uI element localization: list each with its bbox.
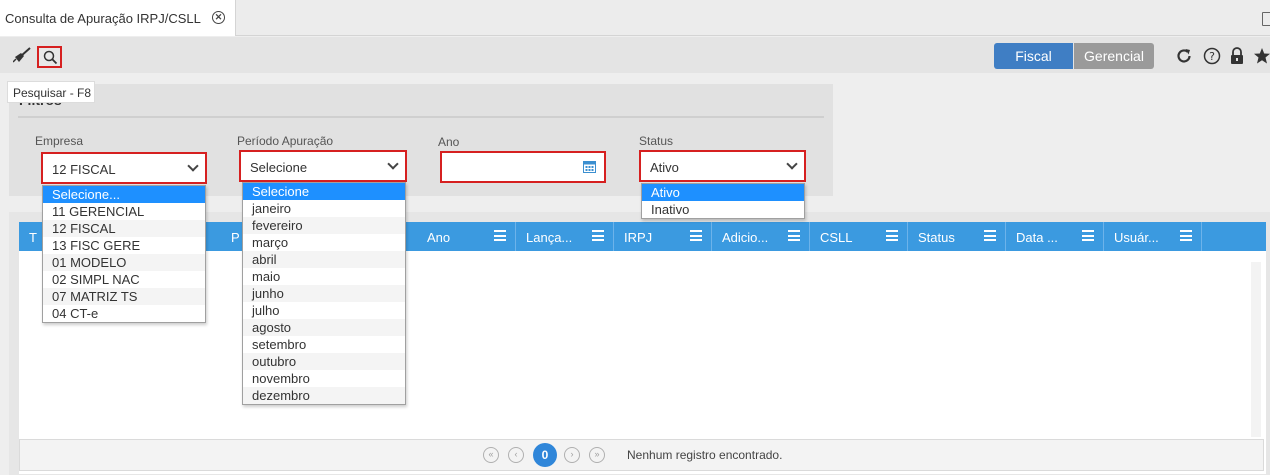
fiscal-toggle-button[interactable]: Fiscal (994, 43, 1073, 69)
grid-body (19, 222, 1266, 474)
empresa-select[interactable]: 12 FISCAL (41, 152, 207, 184)
option[interactable]: 04 CT-e (43, 305, 205, 322)
menu-icon (886, 230, 898, 241)
tab-bar: Consulta de Apuração IRPJ/CSLL ✕ (0, 0, 1270, 36)
search-tooltip: Pesquisar - F8 (7, 81, 95, 103)
option[interactable]: 13 FISC GERE (43, 237, 205, 254)
menu-icon (1082, 230, 1094, 241)
search-icon (43, 50, 58, 65)
close-tab-icon[interactable]: ✕ (212, 11, 225, 24)
option[interactable]: 11 GERENCIAL (43, 203, 205, 220)
option[interactable]: junho (243, 285, 405, 302)
periodo-select[interactable]: Selecione (239, 150, 407, 182)
grid-scrollbar[interactable] (1251, 262, 1261, 437)
tab-title: Consulta de Apuração IRPJ/CSLL (5, 11, 201, 26)
option[interactable]: fevereiro (243, 217, 405, 234)
toolbar: Fiscal Gerencial ? (0, 37, 1270, 73)
star-icon[interactable] (1253, 47, 1270, 65)
status-value: Ativo (650, 160, 679, 175)
gerencial-toggle-button[interactable]: Gerencial (1074, 43, 1154, 69)
first-page-icon[interactable]: « (483, 447, 499, 463)
option[interactable]: Ativo (642, 184, 804, 201)
current-page[interactable]: 0 (533, 443, 557, 467)
option[interactable]: Inativo (642, 201, 804, 218)
option[interactable]: dezembro (243, 387, 405, 404)
option[interactable]: abril (243, 251, 405, 268)
menu-icon (788, 230, 800, 241)
option[interactable]: agosto (243, 319, 405, 336)
menu-icon (494, 230, 506, 241)
filters-divider (18, 116, 824, 118)
periodo-label: Período Apuração (237, 134, 334, 148)
search-button[interactable] (37, 46, 62, 68)
ano-label: Ano (438, 135, 460, 149)
column-header[interactable]: Data ... (1006, 222, 1104, 251)
status-select[interactable]: Ativo (639, 150, 806, 182)
ano-input[interactable] (440, 151, 606, 183)
calendar-icon[interactable] (583, 160, 596, 173)
option[interactable]: 12 FISCAL (43, 220, 205, 237)
option[interactable]: julho (243, 302, 405, 319)
option[interactable]: 02 SIMPL NAC (43, 271, 205, 288)
column-header[interactable]: Lança... (516, 222, 614, 251)
next-page-icon[interactable]: › (564, 447, 580, 463)
broom-icon[interactable] (13, 47, 31, 63)
menu-icon (690, 230, 702, 241)
option[interactable]: janeiro (243, 200, 405, 217)
column-header[interactable]: CSLL (810, 222, 908, 251)
option[interactable]: Selecione... (43, 186, 205, 203)
option[interactable]: 01 MODELO (43, 254, 205, 271)
option[interactable]: outubro (243, 353, 405, 370)
pager-message: Nenhum registro encontrado. (627, 448, 783, 462)
option[interactable]: maio (243, 268, 405, 285)
empresa-value: 12 FISCAL (52, 162, 116, 177)
periodo-options-list: Selecione janeiro fevereiro março abril … (242, 182, 406, 405)
tab-consulta-apuracao[interactable]: Consulta de Apuração IRPJ/CSLL ✕ (0, 0, 236, 36)
svg-text:?: ? (1209, 50, 1215, 63)
menu-icon (1180, 230, 1192, 241)
prev-page-icon[interactable]: ‹ (508, 447, 524, 463)
help-icon[interactable]: ? (1203, 47, 1221, 65)
chevron-down-icon (187, 160, 199, 172)
chevron-down-icon (387, 158, 399, 170)
option[interactable]: Selecione (243, 183, 405, 200)
menu-icon (592, 230, 604, 241)
column-header[interactable]: Adicio... (712, 222, 810, 251)
menu-icon (984, 230, 996, 241)
option[interactable]: novembro (243, 370, 405, 387)
column-header[interactable]: Status (908, 222, 1006, 251)
column-header[interactable]: Usuár... (1104, 222, 1202, 251)
refresh-icon[interactable] (1175, 47, 1193, 65)
option[interactable]: setembro (243, 336, 405, 353)
empresa-label: Empresa (35, 134, 84, 148)
empresa-options-list: Selecione... 11 GERENCIAL 12 FISCAL 13 F… (42, 185, 206, 323)
grid-header: T P Ano Lança... IRPJ Adicio... CSLL Sta… (19, 222, 1266, 251)
column-header[interactable]: Ano (417, 222, 516, 251)
chevron-down-icon (786, 158, 798, 170)
pagination-bar: « ‹ 0 › » Nenhum registro encontrado. (19, 439, 1264, 471)
document-icon[interactable] (1262, 12, 1270, 26)
status-label: Status (639, 134, 674, 148)
periodo-value: Selecione (250, 160, 308, 175)
status-options-list: Ativo Inativo (641, 183, 805, 219)
option[interactable]: março (243, 234, 405, 251)
column-header[interactable]: IRPJ (614, 222, 712, 251)
last-page-icon[interactable]: » (589, 447, 605, 463)
option[interactable]: 07 MATRIZ TS (43, 288, 205, 305)
lock-icon[interactable] (1229, 47, 1245, 65)
